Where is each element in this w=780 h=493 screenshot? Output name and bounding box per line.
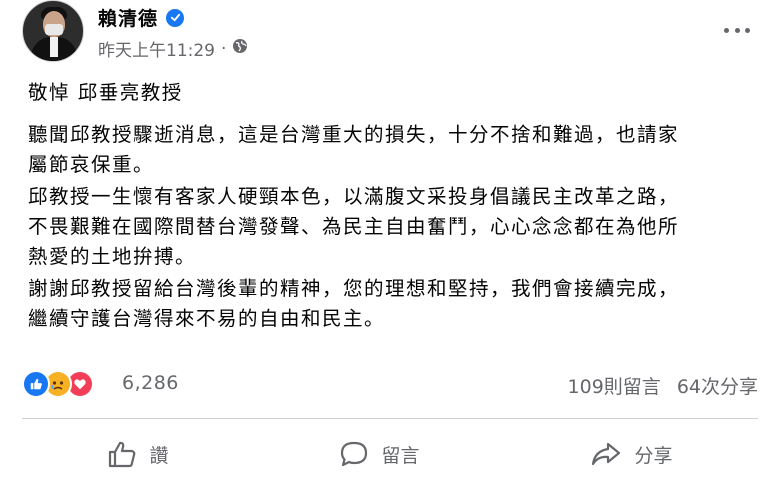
share-button[interactable]: 分享 — [576, 434, 686, 474]
comment-label: 留言 — [381, 444, 420, 467]
post-paragraph: 敬悼 邱垂亮教授 — [28, 78, 183, 108]
post-line: 邱教授一生懷有客家人硬頸本色，以滿腹文采投身倡議民主改革之路， — [28, 185, 680, 208]
share-count[interactable]: 64次分享 — [677, 372, 758, 399]
globe-icon — [232, 38, 248, 59]
post-paragraph: 邱教授一生懷有客家人硬頸本色，以滿腹文采投身倡議民主改革之路， 不畏艱難在國際間… — [28, 182, 679, 272]
post-line: 敬悼 邱垂亮教授 — [28, 81, 183, 104]
meta-separator: · — [221, 38, 227, 59]
post-line: 屬節哀保重。 — [28, 153, 155, 176]
post-timestamp[interactable]: 昨天上午11:29 — [98, 36, 215, 61]
more-options-icon[interactable] — [724, 20, 750, 40]
like-label: 讚 — [149, 444, 169, 467]
like-icon — [22, 370, 50, 398]
reaction-icons[interactable] — [22, 370, 94, 398]
like-button[interactable]: 讚 — [93, 434, 182, 474]
comment-count[interactable]: 109則留言 — [568, 372, 661, 399]
post-line: 不畏艱難在國際間替台灣發聲、為民主自由奮鬥，心心念念都在為他所 — [28, 215, 680, 238]
post-line: 謝謝邱教授留給台灣後輩的精神，您的理想和堅持，我們會接續完成， — [28, 277, 680, 300]
verified-badge-icon — [166, 8, 185, 27]
author-row: 賴清德 — [98, 4, 185, 31]
comment-button[interactable]: 留言 — [325, 434, 433, 474]
thumbs-up-icon — [107, 440, 137, 468]
share-arrow-icon — [590, 440, 622, 468]
post-line: 熱愛的土地拚搏。 — [28, 245, 197, 268]
author-name[interactable]: 賴清德 — [98, 4, 158, 31]
post-paragraph: 聽聞邱教授驟逝消息，這是台灣重大的損失，十分不捨和難過，也請家 屬節哀保重。 — [28, 120, 679, 180]
post-stats: 6,286 109則留言 64次分享 — [22, 370, 758, 402]
post-paragraph: 謝謝邱教授留給台灣後輩的精神，您的理想和堅持，我們會接續完成， 繼續守護台灣得來… — [28, 274, 679, 334]
post-header: 賴清德 昨天上午11:29 · — [22, 0, 762, 70]
post-line: 聽聞邱教授驟逝消息，這是台灣重大的損失，十分不捨和難過，也請家 — [28, 123, 680, 146]
avatar[interactable] — [22, 0, 84, 62]
share-label: 分享 — [634, 444, 673, 467]
action-bar: 讚 留言 分享 — [22, 426, 758, 482]
comment-bubble-icon — [339, 440, 369, 468]
post-line: 繼續守護台灣得來不易的自由和民主。 — [28, 307, 386, 330]
engagement-stats: 109則留言 64次分享 — [568, 372, 758, 399]
post-meta: 昨天上午11:29 · — [98, 36, 248, 61]
divider — [22, 418, 758, 419]
reaction-count[interactable]: 6,286 — [122, 372, 179, 394]
